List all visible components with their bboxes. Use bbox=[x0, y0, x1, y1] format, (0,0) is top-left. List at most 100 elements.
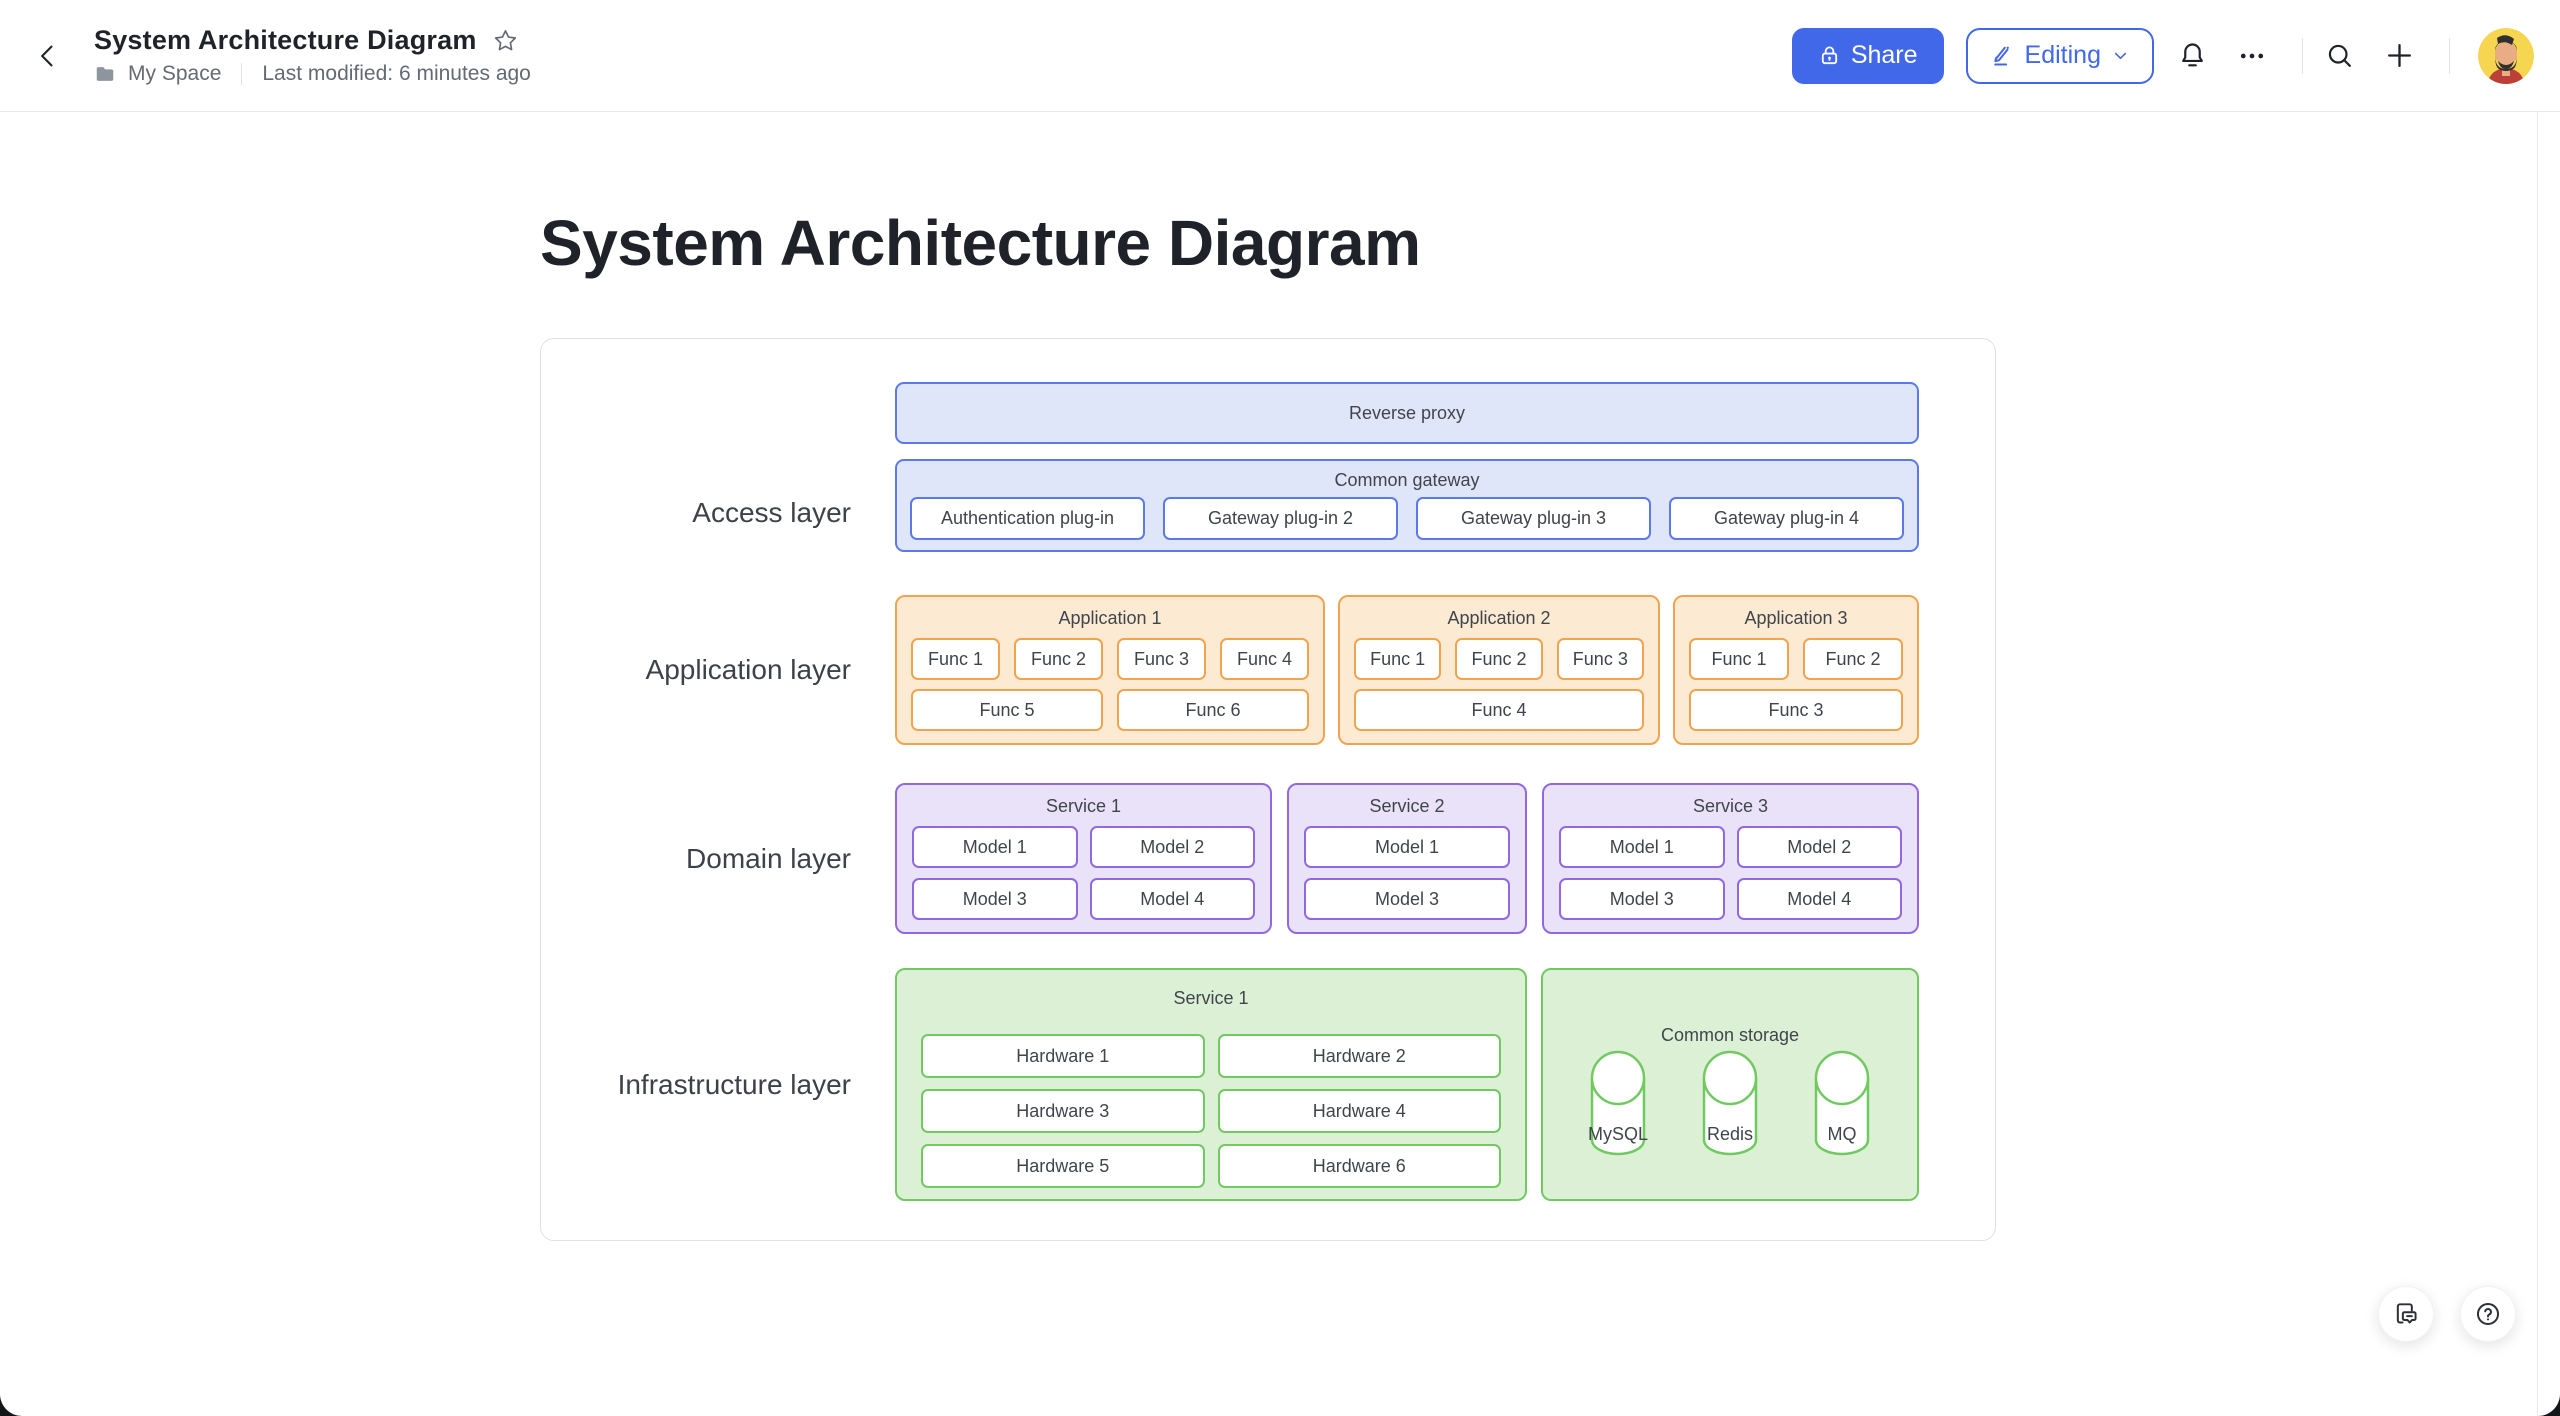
editing-mode-button[interactable]: Editing bbox=[1966, 28, 2154, 84]
node-gateway-plugin-2[interactable]: Gateway plug-in 2 bbox=[1163, 497, 1398, 540]
share-button[interactable]: Share bbox=[1792, 28, 1944, 84]
database-label: MQ bbox=[1828, 1124, 1857, 1144]
node-model[interactable]: Model 4 bbox=[1737, 878, 1903, 920]
layer-label-domain: Domain layer bbox=[541, 783, 895, 934]
node-hardware[interactable]: Hardware 1 bbox=[921, 1034, 1205, 1078]
breadcrumb-location[interactable]: My Space bbox=[128, 62, 221, 86]
node-gateway-plugin-1[interactable]: Authentication plug-in bbox=[910, 497, 1145, 540]
node-model[interactable]: Model 2 bbox=[1090, 826, 1256, 868]
avatar[interactable] bbox=[2478, 28, 2534, 84]
node-func[interactable]: Func 3 bbox=[1557, 638, 1644, 680]
layer-label-infrastructure: Infrastructure layer bbox=[541, 968, 895, 1201]
node-application-3[interactable]: Application 3 Func 1 Func 2 Func 3 bbox=[1673, 595, 1919, 745]
service-1-title: Service 1 bbox=[912, 792, 1255, 820]
topbar-left: System Architecture Diagram My Space Las… bbox=[28, 25, 531, 86]
chevron-down-icon bbox=[2111, 46, 2130, 65]
more-button[interactable] bbox=[2230, 34, 2274, 78]
node-model[interactable]: Model 3 bbox=[1304, 878, 1510, 920]
plus-icon bbox=[2383, 39, 2416, 72]
node-func[interactable]: Func 4 bbox=[1354, 689, 1644, 731]
share-label: Share bbox=[1851, 41, 1918, 70]
node-func[interactable]: Func 4 bbox=[1220, 638, 1309, 680]
common-storage-title: Common storage bbox=[1543, 1022, 1917, 1048]
node-model[interactable]: Model 4 bbox=[1090, 878, 1256, 920]
node-gateway-plugin-3[interactable]: Gateway plug-in 3 bbox=[1416, 497, 1651, 540]
bell-icon bbox=[2177, 40, 2208, 71]
database-label: MySQL bbox=[1588, 1124, 1648, 1144]
document-meta: System Architecture Diagram My Space Las… bbox=[94, 25, 531, 86]
node-model[interactable]: Model 2 bbox=[1737, 826, 1903, 868]
node-infra-service-1[interactable]: Service 1 Hardware 1 Hardware 2 Hardware… bbox=[895, 968, 1527, 1201]
node-model[interactable]: Model 3 bbox=[912, 878, 1078, 920]
common-gateway-title: Common gateway bbox=[910, 468, 1904, 493]
pencil-icon bbox=[1990, 43, 2015, 68]
node-hardware[interactable]: Hardware 5 bbox=[921, 1144, 1205, 1188]
chevron-left-icon bbox=[34, 42, 62, 70]
node-func[interactable]: Func 3 bbox=[1117, 638, 1206, 680]
node-model[interactable]: Model 1 bbox=[1559, 826, 1725, 868]
node-func[interactable]: Func 2 bbox=[1455, 638, 1542, 680]
domain-layer-row: Domain layer Service 1 Model 1 Model 2 M… bbox=[541, 783, 1995, 934]
topbar-right: Share Editing bbox=[1792, 28, 2534, 84]
layer-label-application: Application layer bbox=[541, 595, 895, 745]
node-func[interactable]: Func 6 bbox=[1117, 689, 1309, 731]
search-icon bbox=[2324, 40, 2355, 71]
node-common-gateway[interactable]: Common gateway Authentication plug-in Ga… bbox=[895, 459, 1919, 552]
database-cylinder-mq[interactable]: MQ bbox=[1799, 1048, 1885, 1166]
node-func[interactable]: Func 5 bbox=[911, 689, 1103, 731]
node-service-1[interactable]: Service 1 Model 1 Model 2 Model 3 Model … bbox=[895, 783, 1272, 934]
node-hardware[interactable]: Hardware 6 bbox=[1218, 1144, 1502, 1188]
node-hardware[interactable]: Hardware 4 bbox=[1218, 1089, 1502, 1133]
node-func[interactable]: Func 1 bbox=[911, 638, 1000, 680]
star-icon[interactable] bbox=[493, 28, 518, 53]
help-icon bbox=[2474, 1300, 2502, 1328]
database-cylinder-mysql[interactable]: MySQL bbox=[1575, 1048, 1661, 1166]
page-title: System Architecture Diagram bbox=[540, 206, 1420, 280]
access-layer-row: Access layer Reverse proxy Common gatewa… bbox=[541, 382, 1995, 552]
node-reverse-proxy[interactable]: Reverse proxy bbox=[895, 382, 1919, 444]
create-button[interactable] bbox=[2377, 34, 2421, 78]
application-layer-row: Application layer Application 1 Func 1 F… bbox=[541, 595, 1995, 745]
ellipsis-icon bbox=[2237, 41, 2267, 71]
node-model[interactable]: Model 1 bbox=[912, 826, 1078, 868]
node-gateway-plugin-4[interactable]: Gateway plug-in 4 bbox=[1669, 497, 1904, 540]
scrollbar-track[interactable] bbox=[2537, 112, 2538, 1416]
node-model[interactable]: Model 1 bbox=[1304, 826, 1510, 868]
node-application-1[interactable]: Application 1 Func 1 Func 2 Func 3 Func … bbox=[895, 595, 1325, 745]
folder-icon bbox=[94, 63, 116, 85]
lock-icon bbox=[1818, 44, 1841, 67]
document-title[interactable]: System Architecture Diagram bbox=[94, 25, 477, 56]
avatar-image bbox=[2478, 28, 2534, 84]
diagram-canvas[interactable]: Access layer Reverse proxy Common gatewa… bbox=[540, 338, 1996, 1241]
layer-label-access: Access layer bbox=[541, 382, 895, 552]
node-func[interactable]: Func 1 bbox=[1354, 638, 1441, 680]
help-button[interactable] bbox=[2460, 1286, 2516, 1342]
database-cylinder-redis[interactable]: Redis bbox=[1687, 1048, 1773, 1166]
app-window: System Architecture Diagram My Space Las… bbox=[0, 0, 2560, 1416]
application-1-title: Application 1 bbox=[911, 604, 1309, 632]
topbar: System Architecture Diagram My Space Las… bbox=[0, 0, 2560, 112]
node-model[interactable]: Model 3 bbox=[1559, 878, 1725, 920]
toolbar-divider-2 bbox=[2449, 38, 2450, 74]
search-button[interactable] bbox=[2317, 34, 2361, 78]
node-func[interactable]: Func 2 bbox=[1803, 638, 1903, 680]
notifications-button[interactable] bbox=[2170, 34, 2214, 78]
editing-label: Editing bbox=[2025, 41, 2101, 70]
node-func[interactable]: Func 2 bbox=[1014, 638, 1103, 680]
database-label: Redis bbox=[1707, 1124, 1753, 1144]
node-hardware[interactable]: Hardware 3 bbox=[921, 1089, 1205, 1133]
doc-comment-icon bbox=[2392, 1300, 2420, 1328]
feedback-button[interactable] bbox=[2378, 1286, 2434, 1342]
node-service-3[interactable]: Service 3 Model 1 Model 2 Model 3 Model … bbox=[1542, 783, 1919, 934]
node-func[interactable]: Func 3 bbox=[1689, 689, 1903, 731]
floating-buttons bbox=[2378, 1286, 2516, 1342]
node-func[interactable]: Func 1 bbox=[1689, 638, 1789, 680]
service-3-title: Service 3 bbox=[1559, 792, 1902, 820]
infra-service-title: Service 1 bbox=[921, 978, 1501, 1018]
node-service-2[interactable]: Service 2 Model 1 Model 3 bbox=[1287, 783, 1527, 934]
node-application-2[interactable]: Application 2 Func 1 Func 2 Func 3 Func … bbox=[1338, 595, 1660, 745]
node-common-storage[interactable]: Common storage MySQL Redis bbox=[1541, 968, 1919, 1201]
node-hardware[interactable]: Hardware 2 bbox=[1218, 1034, 1502, 1078]
back-button[interactable] bbox=[28, 36, 68, 76]
service-2-title: Service 2 bbox=[1304, 792, 1510, 820]
